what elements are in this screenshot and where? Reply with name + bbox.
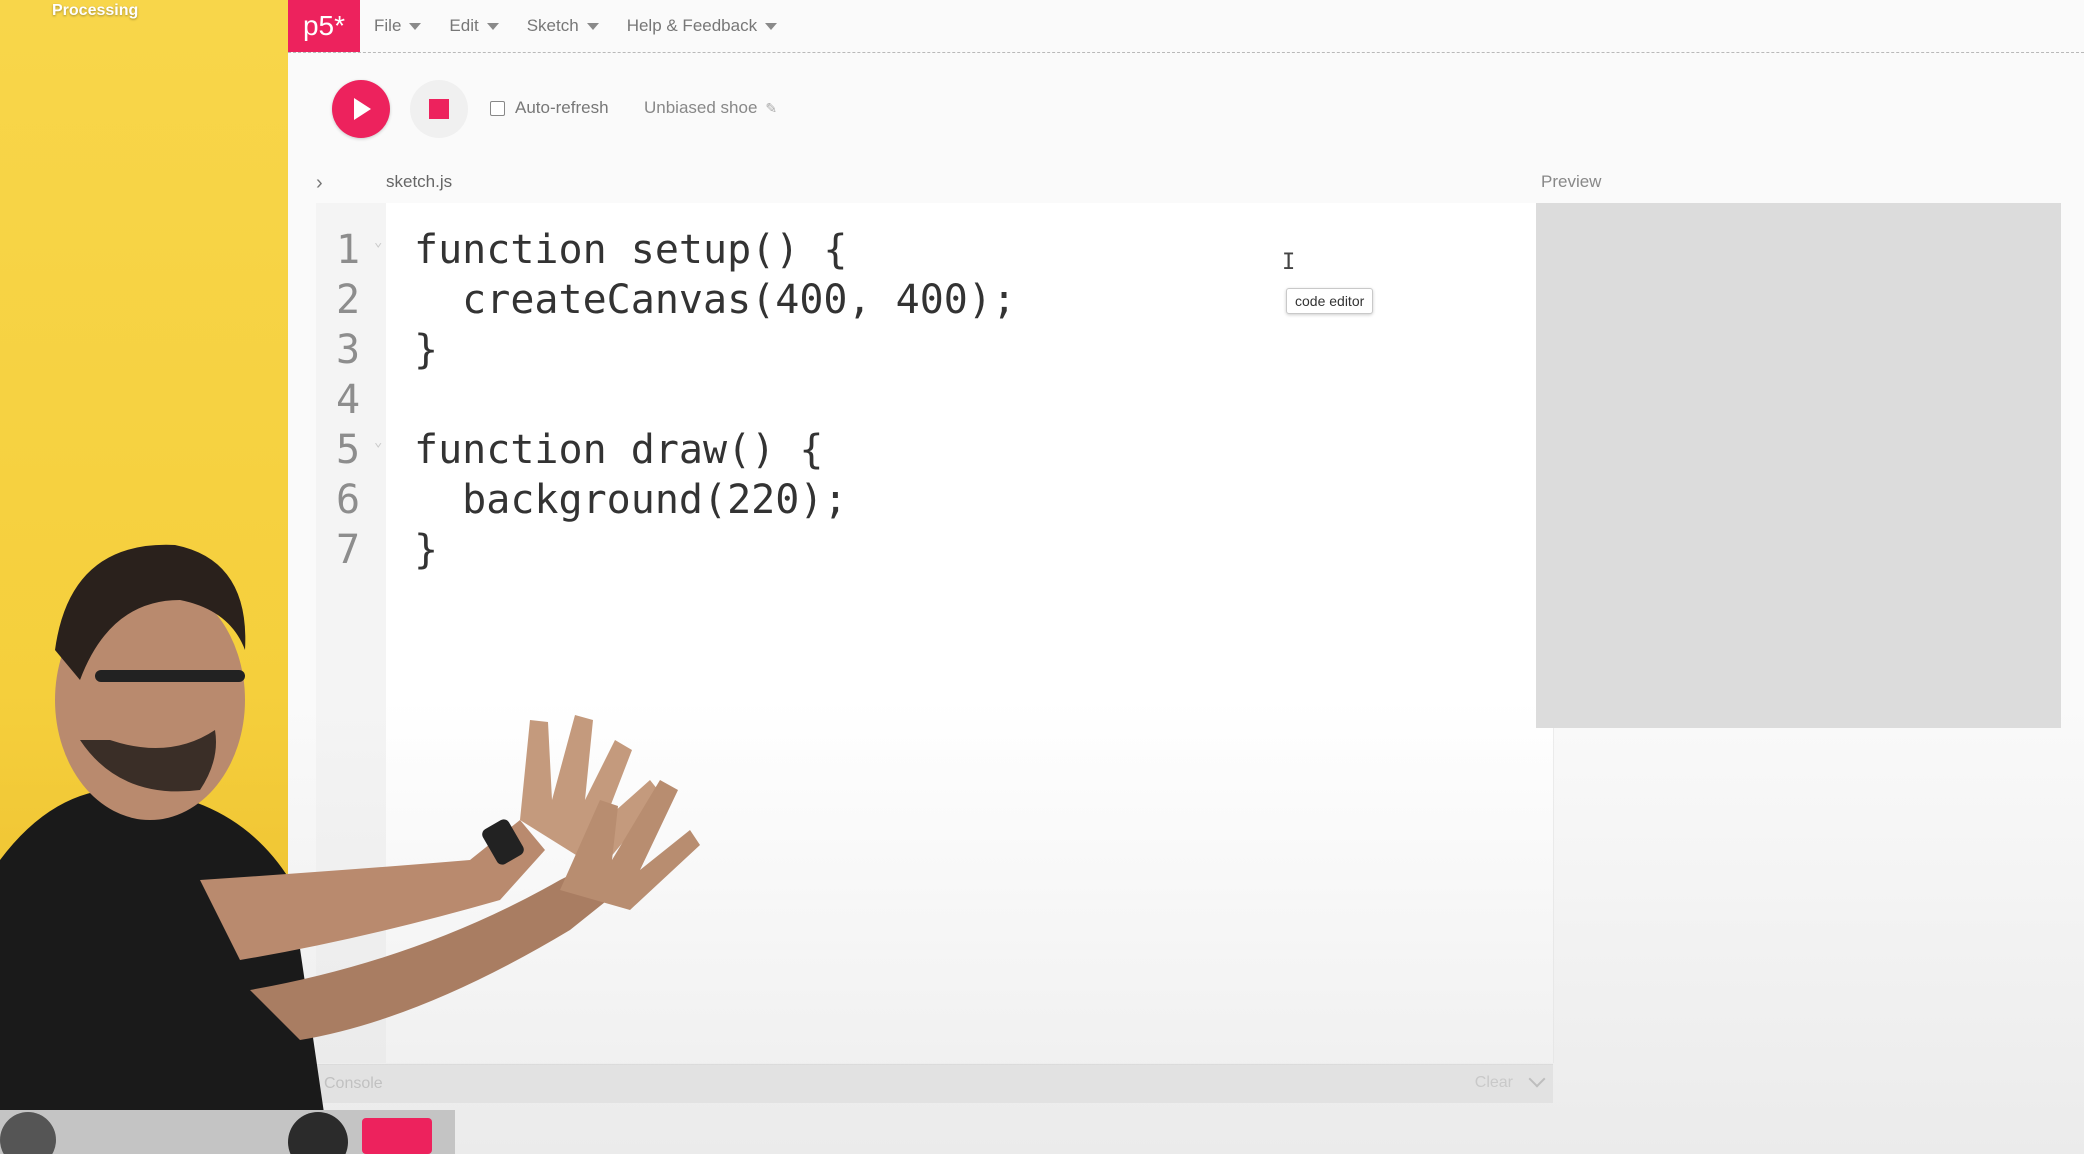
menu-file-label: File	[374, 16, 402, 35]
preview-label: Preview	[1541, 172, 1602, 191]
menu-edit[interactable]: Edit	[449, 16, 499, 36]
auto-refresh-toggle[interactable]: Auto-refresh	[490, 98, 609, 118]
code-text: background(220);	[414, 477, 848, 523]
auto-refresh-checkbox[interactable]	[490, 100, 505, 116]
fold-arrow-icon[interactable]: ⌄	[374, 417, 382, 467]
console-label: Console	[324, 1075, 383, 1092]
clear-console-button[interactable]: Clear	[1475, 1074, 1513, 1092]
code-line: 3 }	[316, 325, 1553, 375]
channel-label: Processing	[52, 2, 139, 19]
caret-down-icon	[765, 22, 778, 30]
menu-sketch-label: Sketch	[526, 16, 579, 35]
line-number: 5	[336, 427, 361, 473]
sketch-name[interactable]: Unbiased shoe ✎	[644, 98, 777, 118]
code-line: 7 }	[316, 525, 1553, 575]
menu-file[interactable]: File	[374, 16, 422, 36]
main-menu: File Edit Sketch Help & Feedback	[374, 0, 778, 52]
menu-sketch[interactable]: Sketch	[527, 16, 599, 36]
file-tab-sketch-js[interactable]: sketch.js	[386, 172, 452, 192]
caret-down-icon	[586, 22, 599, 30]
play-icon	[354, 98, 371, 120]
chevron-right-icon[interactable]: ›	[316, 172, 323, 195]
line-number: 2	[336, 277, 361, 323]
line-number: 3	[336, 327, 361, 373]
code-editor-tooltip: code editor	[1286, 288, 1374, 314]
code-line: 6 background(220);	[316, 475, 1553, 525]
caret-down-icon	[409, 22, 422, 30]
auto-refresh-label: Auto-refresh	[515, 98, 609, 117]
pencil-icon[interactable]: ✎	[765, 100, 777, 117]
code-editor[interactable]: 1 ⌄ function setup() { 2 createCanvas(40…	[316, 203, 1554, 1063]
code-text: }	[414, 527, 439, 573]
p5-logo[interactable]: p5*	[288, 0, 360, 52]
menu-help-label: Help & Feedback	[626, 16, 758, 35]
caret-down-icon	[486, 22, 499, 30]
chevron-down-icon[interactable]	[1528, 1070, 1546, 1088]
stop-button[interactable]	[410, 80, 468, 138]
line-number: 6	[336, 477, 361, 523]
line-number: 1	[336, 227, 361, 273]
sketch-name-text: Unbiased shoe	[644, 98, 758, 117]
code-line: 5 ⌄ function draw() {	[316, 425, 1553, 475]
code-text: function setup() {	[414, 227, 848, 273]
code-text: }	[414, 327, 439, 373]
menu-help-feedback[interactable]: Help & Feedback	[626, 16, 778, 36]
editor-tab-bar: › sketch.js Preview	[288, 168, 2084, 198]
menu-edit-label: Edit	[449, 16, 479, 35]
line-number: 4	[336, 377, 361, 423]
side-panel: Processing	[0, 0, 288, 1154]
console-bar: Console Clear	[316, 1064, 1553, 1103]
p5-web-editor: p5* File Edit Sketch Help & Feedback Aut…	[288, 0, 2084, 1154]
fold-arrow-icon[interactable]: ⌄	[374, 217, 382, 267]
text-cursor-icon: I	[1282, 250, 1296, 275]
toolbar: Auto-refresh Unbiased shoe ✎	[288, 70, 2084, 146]
line-number: 7	[336, 527, 361, 573]
code-text: function draw() {	[414, 427, 824, 473]
code-line: 1 ⌄ function setup() {	[316, 225, 1553, 275]
preview-canvas	[1536, 203, 2061, 728]
logo-text: p5*	[302, 10, 346, 41]
code-text: createCanvas(400, 400);	[414, 277, 1017, 323]
code-line: 4	[316, 375, 1553, 425]
top-navigation: p5* File Edit Sketch Help & Feedback	[288, 0, 2084, 53]
stop-icon	[429, 99, 449, 119]
play-button[interactable]	[332, 80, 390, 138]
